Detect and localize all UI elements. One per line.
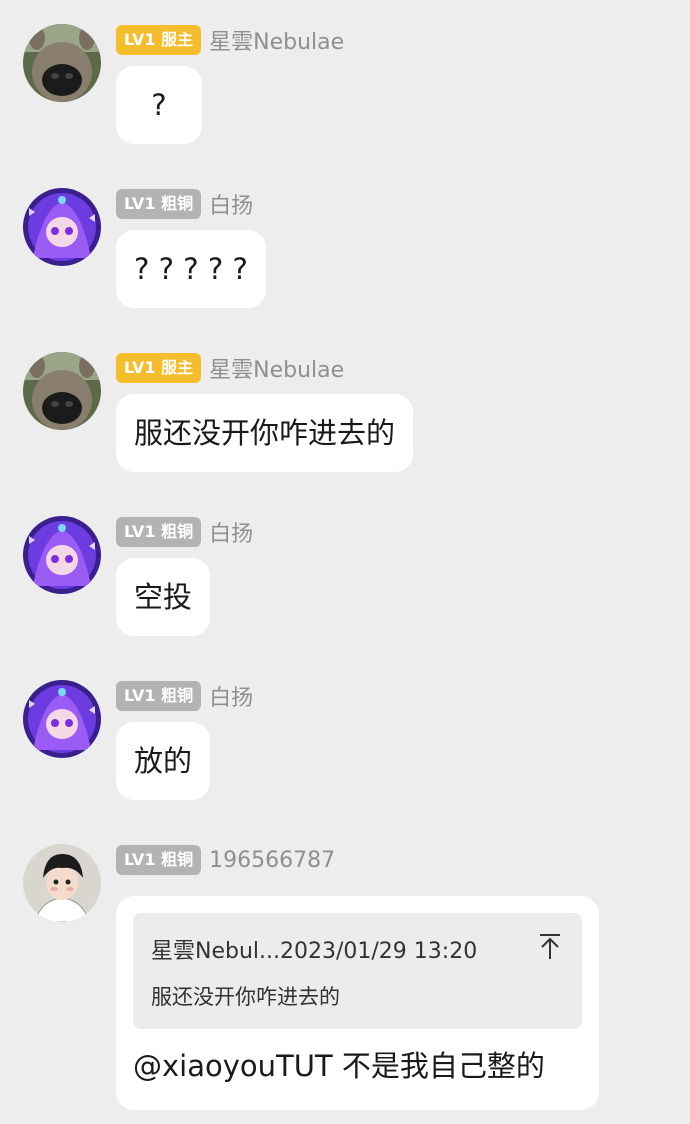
dog-photo-avatar-icon <box>23 24 101 102</box>
sender-meta: LV1 粗铜 白扬 <box>116 680 253 712</box>
sender-nickname[interactable]: 白扬 <box>209 516 253 548</box>
avatar[interactable] <box>23 516 101 594</box>
message-bubble[interactable]: ? ? ? ? ? <box>116 230 266 308</box>
sender-nickname[interactable]: 196566787 <box>209 848 335 873</box>
sender-nickname[interactable]: 白扬 <box>209 680 253 712</box>
jump-to-top-arrow-icon[interactable] <box>538 933 562 961</box>
avatar[interactable] <box>23 844 101 922</box>
quote-text: 服还没开你咋进去的 <box>151 985 340 1009</box>
reply-text: @xiaoyouTUT 不是我自己整的 <box>133 1049 545 1083</box>
quoted-message[interactable]: 星雲Nebul...2023/01/29 13:20 服还没开你咋进去的 <box>133 913 582 1029</box>
sender-meta: LV1 粗铜 白扬 <box>116 188 253 220</box>
anime-boy-avatar-icon <box>23 844 101 922</box>
message-bubble[interactable]: 空投 <box>116 558 211 636</box>
avatar[interactable] <box>23 24 101 102</box>
level-badge: LV1 服主 <box>116 25 202 55</box>
level-badge: LV1 服主 <box>116 353 202 383</box>
message-bubble[interactable]: 放的 <box>116 722 211 800</box>
quote-time: 2023/01/29 13:20 <box>280 939 478 964</box>
level-badge: LV1 粗铜 <box>116 681 202 711</box>
sender-nickname[interactable]: 星雲Nebulae <box>209 24 344 56</box>
sender-meta: LV1 粗铜 白扬 <box>116 516 253 548</box>
message-bubble[interactable]: ? <box>116 66 202 144</box>
level-badge: LV1 粗铜 <box>116 189 202 219</box>
dog-photo-avatar-icon <box>23 352 101 430</box>
sender-meta: LV1 粗铜 196566787 <box>116 844 335 876</box>
quote-header: 星雲Nebul...2023/01/29 13:20 <box>151 933 477 965</box>
avatar[interactable] <box>23 188 101 266</box>
avatar[interactable] <box>23 680 101 758</box>
anime-girl-avatar-icon <box>23 188 101 266</box>
sender-meta: LV1 服主 星雲Nebulae <box>116 24 344 56</box>
anime-girl-avatar-icon <box>23 680 101 758</box>
sender-nickname[interactable]: 白扬 <box>209 188 253 220</box>
level-badge: LV1 粗铜 <box>116 517 202 547</box>
anime-girl-avatar-icon <box>23 516 101 594</box>
avatar[interactable] <box>23 352 101 430</box>
level-badge: LV1 粗铜 <box>116 845 202 875</box>
message-bubble[interactable]: 星雲Nebul...2023/01/29 13:20 服还没开你咋进去的 @xi… <box>116 896 599 1110</box>
sender-meta: LV1 服主 星雲Nebulae <box>116 352 344 384</box>
quote-author: 星雲Nebul... <box>151 939 280 964</box>
message-bubble[interactable]: 服还没开你咋进去的 <box>116 394 414 472</box>
sender-nickname[interactable]: 星雲Nebulae <box>209 352 344 384</box>
